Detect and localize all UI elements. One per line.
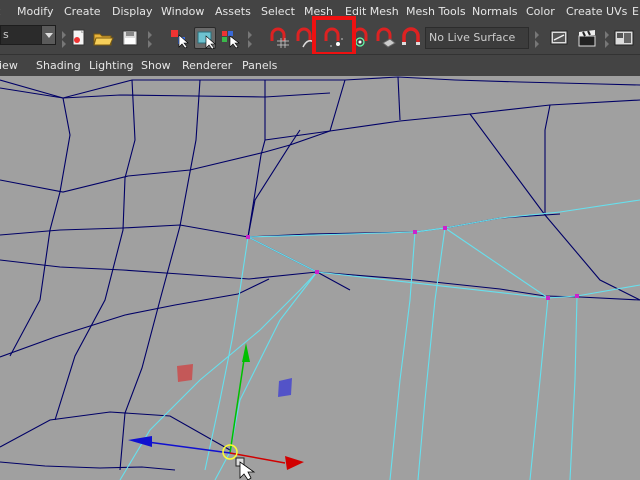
- menu-select[interactable]: Select: [261, 5, 295, 19]
- render-settings-icon[interactable]: [548, 27, 570, 49]
- select-by-hierarchy-icon[interactable]: [168, 27, 190, 49]
- chevron-down-icon: [41, 26, 55, 44]
- menu-edit-mesh[interactable]: Edit Mesh: [345, 5, 399, 19]
- plane-handle-yz[interactable]: [177, 364, 193, 382]
- panel-menu-shading[interactable]: Shading: [36, 59, 81, 72]
- make-live-icon[interactable]: [400, 27, 422, 49]
- snap-to-curve-icon[interactable]: [294, 27, 316, 49]
- new-scene-icon[interactable]: [68, 27, 90, 49]
- menu-create[interactable]: Create: [64, 5, 101, 19]
- menu-mesh-tools[interactable]: Mesh Tools: [406, 5, 466, 19]
- axis-y-handle[interactable]: [229, 352, 246, 454]
- panel-menu-panels[interactable]: Panels: [242, 59, 277, 72]
- menu-modify[interactable]: Modify: [17, 5, 53, 19]
- plane-handle-xy[interactable]: [278, 378, 292, 397]
- selected-edges: [119, 199, 640, 480]
- menu-set-dropdown[interactable]: s: [0, 25, 56, 45]
- axis-z-arrow-icon[interactable]: [128, 436, 152, 447]
- live-surface-field[interactable]: No Live Surface: [425, 27, 529, 49]
- menu-assets[interactable]: Assets: [215, 5, 251, 19]
- menu-display[interactable]: Display: [112, 5, 153, 19]
- perspective-viewport[interactable]: [0, 76, 640, 480]
- snap-to-point-icon[interactable]: [322, 27, 344, 49]
- menu-normals[interactable]: Normals: [472, 5, 518, 19]
- panel-menu-show[interactable]: Show: [141, 59, 171, 72]
- panel-menu-renderer[interactable]: Renderer: [182, 59, 232, 72]
- menu-bar: t Modify Create Display Window Assets Se…: [0, 0, 640, 24]
- toolbar-separator[interactable]: [61, 28, 66, 50]
- save-scene-icon[interactable]: [119, 27, 141, 49]
- mouse-cursor-icon: [235, 457, 256, 480]
- render-clapboard-icon[interactable]: [576, 27, 598, 49]
- toolbar-separator[interactable]: [534, 28, 539, 50]
- axis-y-arrow-icon[interactable]: [242, 343, 250, 362]
- menu-create-uvs[interactable]: Create UVs: [566, 5, 627, 19]
- menu-edit-uvs[interactable]: E: [632, 5, 639, 19]
- open-scene-icon[interactable]: [92, 27, 114, 49]
- mesh-wireframe: [0, 76, 640, 480]
- snap-to-projected-center-icon[interactable]: [348, 27, 370, 49]
- toolbar-separator[interactable]: [247, 28, 252, 50]
- status-line-toolbar: s No Live Surface: [0, 24, 640, 54]
- menu-set-value: s: [3, 28, 9, 41]
- display-settings-icon[interactable]: [613, 27, 635, 49]
- snap-to-view-plane-icon[interactable]: [374, 27, 396, 49]
- menu-window[interactable]: Window: [161, 5, 204, 19]
- panel-menu-bar: iew Shading Lighting Show Renderer Panel…: [0, 54, 640, 76]
- select-by-object-icon[interactable]: [219, 27, 241, 49]
- select-by-component-icon[interactable]: [194, 27, 216, 50]
- axis-x-arrow-icon[interactable]: [285, 456, 304, 470]
- snap-to-grid-icon[interactable]: [268, 27, 290, 49]
- panel-menu-view[interactable]: iew: [0, 59, 18, 72]
- move-manipulator[interactable]: [128, 343, 304, 470]
- toolbar-separator[interactable]: [604, 28, 609, 50]
- toolbar-separator[interactable]: [147, 28, 152, 50]
- menu-color[interactable]: Color: [526, 5, 555, 19]
- menu-mesh[interactable]: Mesh: [304, 5, 333, 19]
- wireframe-edges: [0, 76, 640, 471]
- panel-menu-lighting[interactable]: Lighting: [89, 59, 133, 72]
